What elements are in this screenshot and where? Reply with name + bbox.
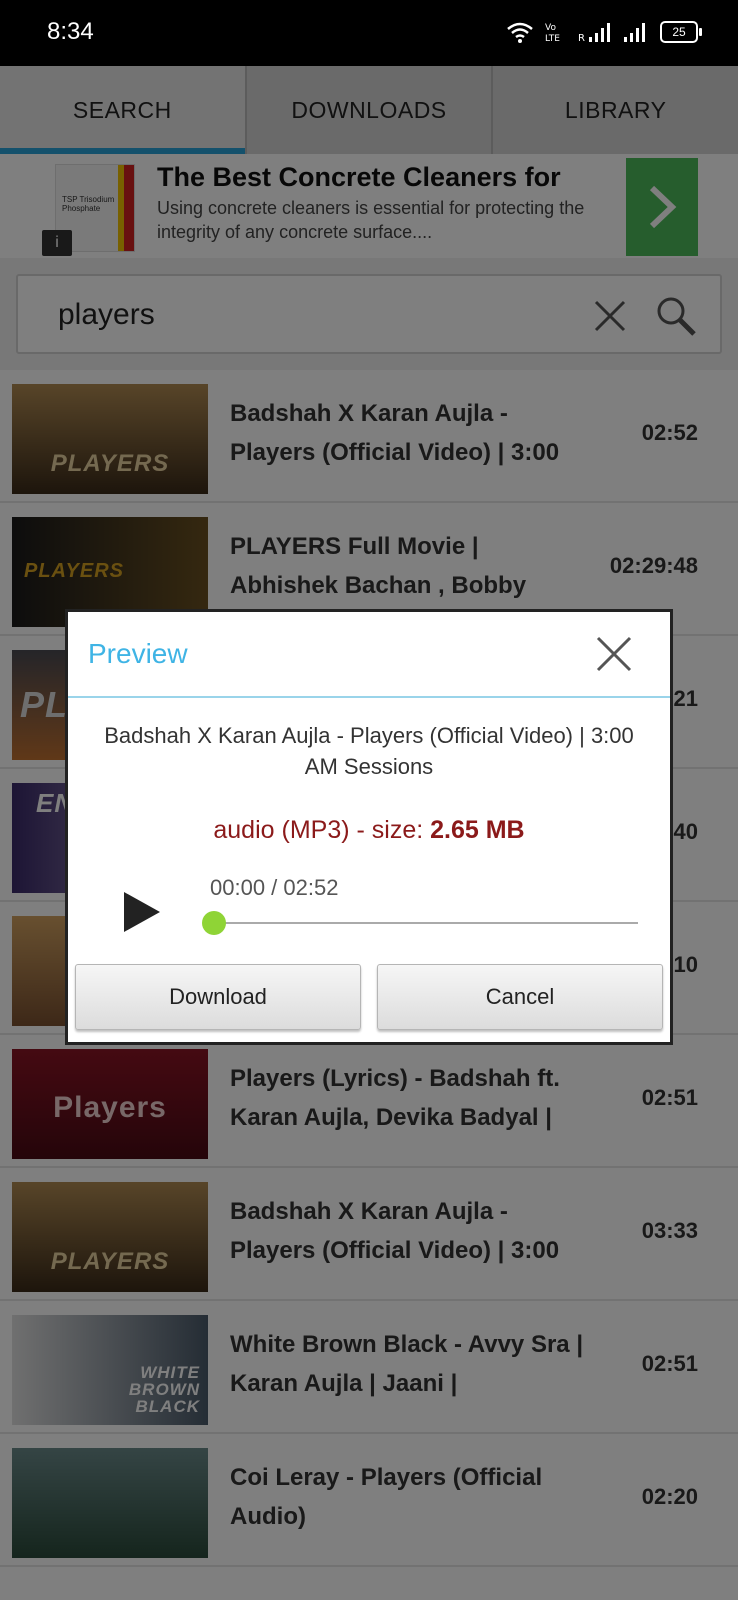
playback-time: 00:00 / 02:52 bbox=[210, 875, 339, 900]
battery-icon: 25 bbox=[660, 21, 702, 43]
close-icon[interactable] bbox=[594, 634, 634, 674]
video-name: Badshah X Karan Aujla - Players (Officia… bbox=[104, 723, 634, 779]
signal-icon: R bbox=[578, 23, 610, 43]
cancel-button[interactable]: Cancel bbox=[377, 964, 663, 1030]
status-bar: 8:34 Vo LTE R 25 bbox=[0, 0, 738, 66]
download-button[interactable]: Download bbox=[75, 964, 361, 1030]
format-info: audio (MP3) - size: 2.65 MB bbox=[68, 816, 670, 845]
play-icon[interactable] bbox=[122, 890, 162, 934]
dialog-title: Preview bbox=[88, 638, 188, 669]
seek-handle[interactable] bbox=[202, 911, 226, 935]
status-time: 8:34 bbox=[47, 18, 94, 45]
dialog-header: Preview bbox=[68, 612, 670, 698]
status-icons: Vo LTE R 25 bbox=[506, 20, 702, 44]
preview-dialog: Preview Badshah X Karan Aujla - Players … bbox=[65, 609, 673, 1045]
volte-icon: Vo LTE bbox=[545, 23, 560, 44]
svg-text:LTE: LTE bbox=[545, 34, 560, 44]
wifi-icon bbox=[507, 22, 533, 43]
seek-track[interactable] bbox=[210, 922, 638, 924]
format-text: audio (MP3) - size: bbox=[213, 816, 431, 844]
signal-icon-2 bbox=[624, 23, 645, 42]
file-size: 2.65 MB bbox=[430, 816, 525, 844]
svg-text:Vo: Vo bbox=[545, 23, 556, 33]
screen: 8:34 Vo LTE R 25 Preview Badshah X Karan… bbox=[0, 0, 738, 1600]
svg-text:R: R bbox=[578, 33, 585, 43]
